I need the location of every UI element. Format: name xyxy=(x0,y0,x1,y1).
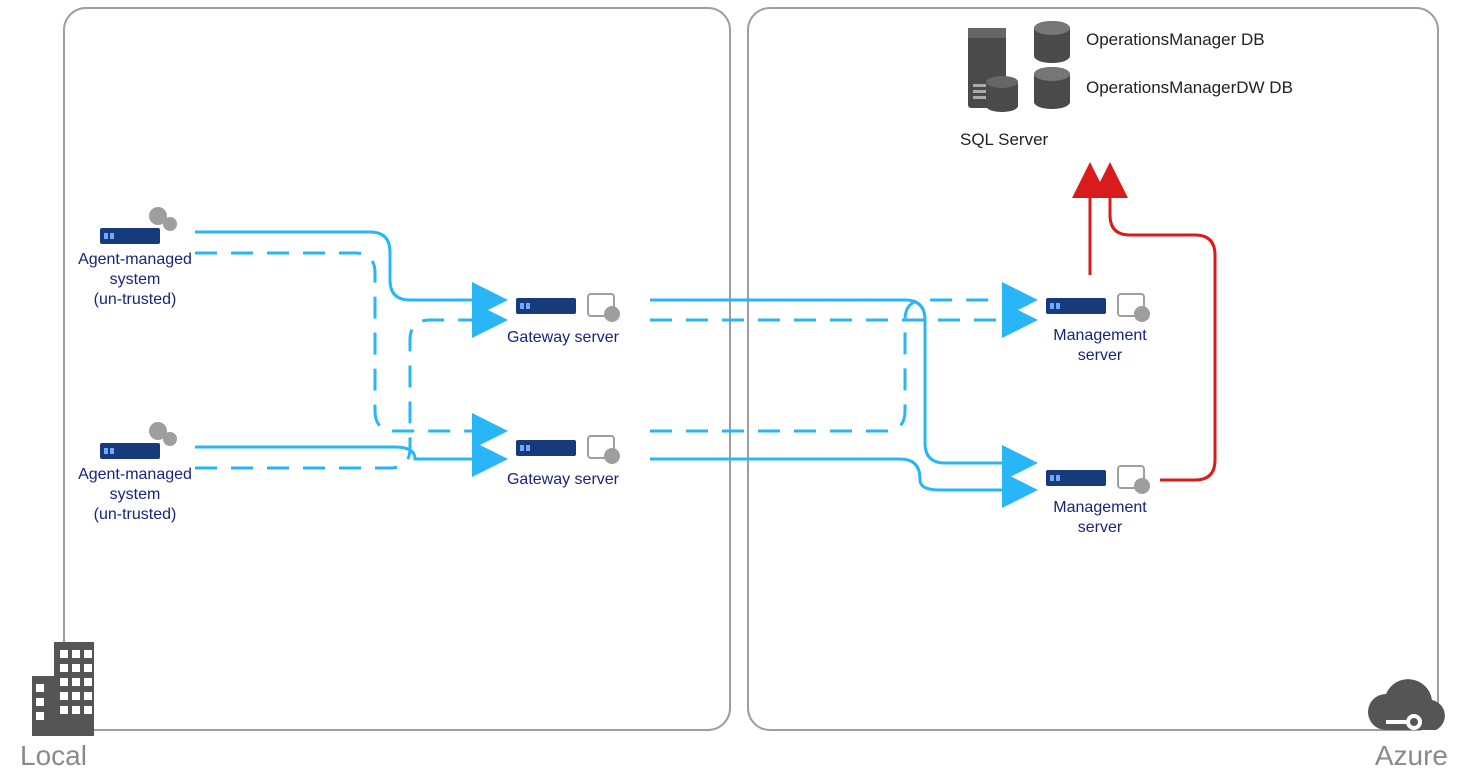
mgmt1-label: Management server xyxy=(1030,326,1170,366)
gateway2-label: Gateway server xyxy=(498,470,628,490)
flow-agent2-gw2-solid xyxy=(195,447,505,459)
agent2-label: Agent-managed system (un-trusted) xyxy=(70,465,200,525)
agent1-node xyxy=(100,207,177,244)
building-icon xyxy=(32,642,94,736)
mgmt1-node xyxy=(1046,294,1150,322)
db1-label: OperationsManager DB xyxy=(1086,30,1265,50)
azure-region-box xyxy=(748,8,1438,730)
sql-label: SQL Server xyxy=(960,130,1048,150)
azure-region-label: Azure xyxy=(1375,740,1448,772)
sql-server-node xyxy=(968,21,1070,112)
flow-mgmt2-sql xyxy=(1110,165,1215,480)
mgmt2-label: Management server xyxy=(1030,498,1170,538)
gateway1-node xyxy=(516,294,620,322)
flow-agent1-gw2-dash xyxy=(195,253,505,431)
flow-agent1-gw1-solid xyxy=(195,232,505,300)
local-region-box xyxy=(64,8,730,730)
diagram-canvas xyxy=(0,0,1468,783)
gateway2-node xyxy=(516,436,620,464)
agent1-label: Agent-managed system (un-trusted) xyxy=(70,250,200,310)
gateway1-label: Gateway server xyxy=(498,328,628,348)
local-region-label: Local xyxy=(20,740,87,772)
db2-label: OperationsManagerDW DB xyxy=(1086,78,1293,98)
cloud-icon xyxy=(1368,679,1445,730)
agent2-node xyxy=(100,422,177,459)
flow-gw1-mgmt2-solid xyxy=(650,300,1035,463)
mgmt2-node xyxy=(1046,466,1150,494)
